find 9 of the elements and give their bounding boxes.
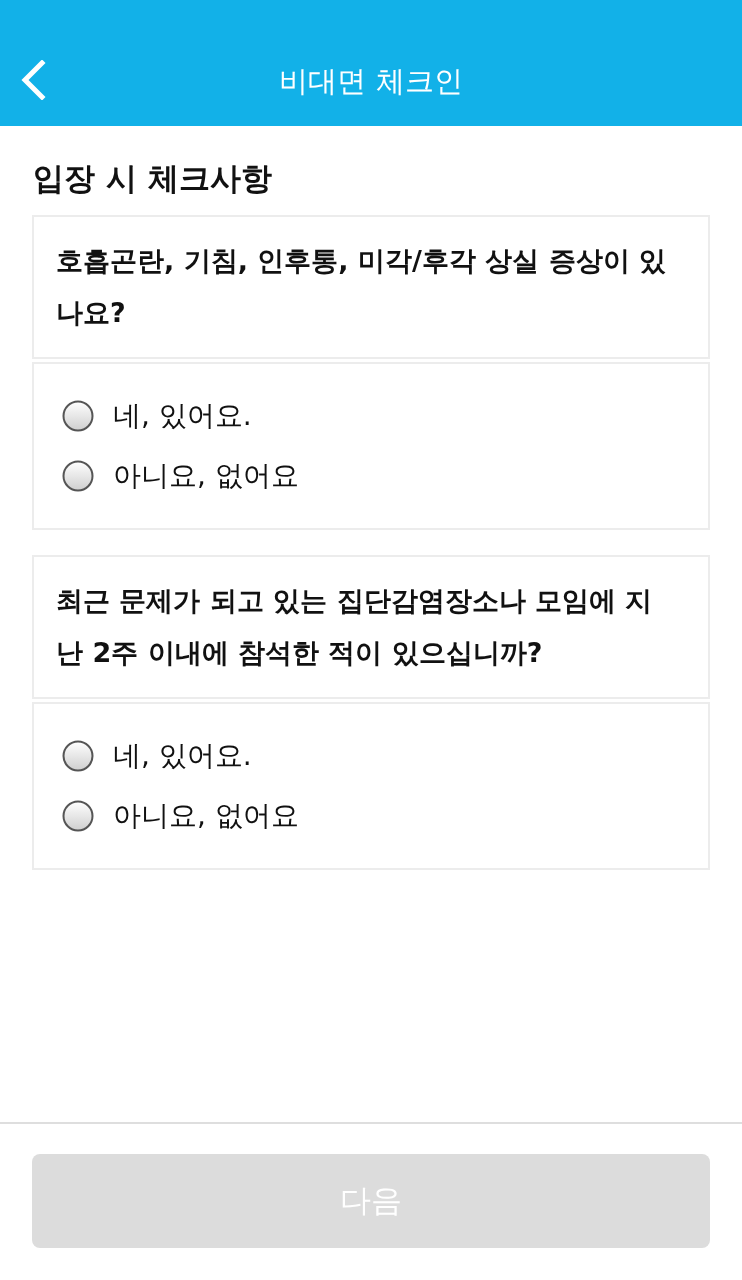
question-text: 호흡곤란, 기침, 인후통, 미각/후각 상실 증상이 있나요?	[56, 244, 668, 330]
question-text: 최근 문제가 되고 있는 집단감염장소나 모임에 지난 2주 이내에 참석한 적이 있으십니까?	[56, 584, 654, 670]
header-title: 비대면 체크인	[279, 63, 463, 100]
back-chevron-icon	[20, 60, 46, 100]
section-title: 입장 시 체크사항	[33, 159, 273, 198]
radio-option[interactable]: 아니요, 없어요	[62, 786, 680, 846]
radio-option[interactable]: 아니요, 없어요	[62, 446, 680, 506]
radio-option[interactable]: 네, 있어요.	[62, 386, 680, 446]
radio-option[interactable]: 네, 있어요.	[62, 726, 680, 786]
